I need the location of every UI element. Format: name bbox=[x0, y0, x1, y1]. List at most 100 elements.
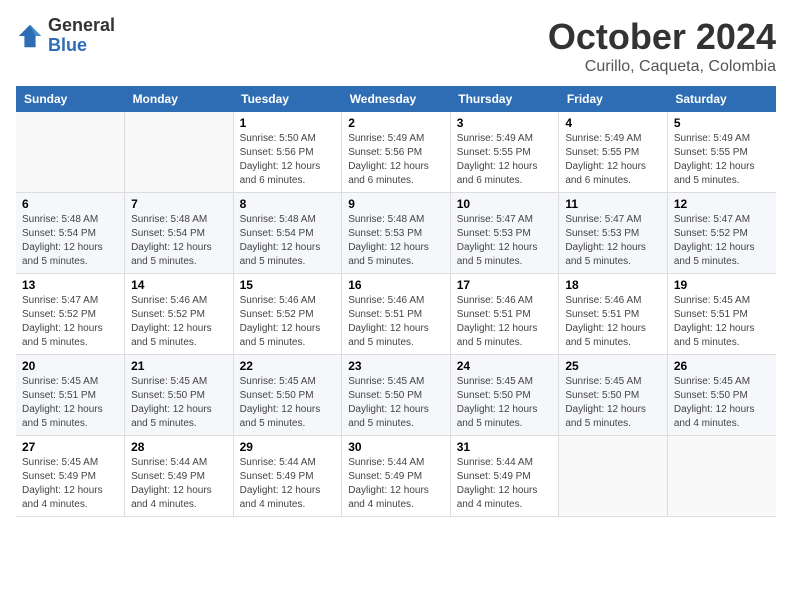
calendar-cell: 16 Sunrise: 5:46 AMSunset: 5:51 PMDayligh… bbox=[342, 274, 451, 355]
day-info: Sunrise: 5:45 AMSunset: 5:50 PMDaylight:… bbox=[131, 375, 227, 431]
header-row: Sunday Monday Tuesday Wednesday Thursday… bbox=[16, 86, 776, 112]
calendar-cell: 12 Sunrise: 5:47 AMSunset: 5:52 PMDayligh… bbox=[667, 193, 776, 274]
col-saturday: Saturday bbox=[667, 86, 776, 112]
day-number: 2 bbox=[348, 116, 444, 130]
calendar-cell: 13 Sunrise: 5:47 AMSunset: 5:52 PMDayligh… bbox=[16, 274, 125, 355]
day-number: 9 bbox=[348, 197, 444, 211]
day-number: 1 bbox=[240, 116, 336, 130]
day-info: Sunrise: 5:45 AMSunset: 5:50 PMDaylight:… bbox=[674, 375, 770, 431]
day-number: 4 bbox=[565, 116, 661, 130]
day-number: 30 bbox=[348, 440, 444, 454]
month-title: October 2024 bbox=[548, 16, 776, 58]
day-info: Sunrise: 5:45 AMSunset: 5:50 PMDaylight:… bbox=[565, 375, 661, 431]
day-info: Sunrise: 5:46 AMSunset: 5:52 PMDaylight:… bbox=[131, 294, 227, 350]
col-sunday: Sunday bbox=[16, 86, 125, 112]
col-friday: Friday bbox=[559, 86, 668, 112]
day-info: Sunrise: 5:47 AMSunset: 5:53 PMDaylight:… bbox=[457, 213, 553, 269]
calendar-cell: 15Sunrise: 5:46 AMSunset: 5:52 PMDayligh… bbox=[233, 274, 342, 355]
col-thursday: Thursday bbox=[450, 86, 559, 112]
calendar-cell: 22 Sunrise: 5:45 AMSunset: 5:50 PMDayligh… bbox=[233, 355, 342, 436]
day-number: 7 bbox=[131, 197, 227, 211]
day-number: 13 bbox=[22, 278, 118, 292]
day-info: Sunrise: 5:46 AMSunset: 5:52 PMDaylight:… bbox=[240, 294, 336, 350]
day-info: Sunrise: 5:49 AMSunset: 5:55 PMDaylight:… bbox=[457, 132, 553, 188]
calendar-cell: 14 Sunrise: 5:46 AMSunset: 5:52 PMDayligh… bbox=[125, 274, 234, 355]
calendar-cell bbox=[16, 112, 125, 193]
calendar-cell: 21 Sunrise: 5:45 AMSunset: 5:50 PMDayligh… bbox=[125, 355, 234, 436]
calendar-body: 1 Sunrise: 5:50 AMSunset: 5:56 PMDaylight… bbox=[16, 112, 776, 517]
calendar-cell: 19 Sunrise: 5:45 AMSunset: 5:51 PMDayligh… bbox=[667, 274, 776, 355]
calendar-cell: 28 Sunrise: 5:44 AMSunset: 5:49 PMDayligh… bbox=[125, 436, 234, 517]
day-info: Sunrise: 5:44 AMSunset: 5:49 PMDaylight:… bbox=[240, 456, 336, 512]
day-number: 12 bbox=[674, 197, 770, 211]
calendar-cell: 9Sunrise: 5:48 AMSunset: 5:53 PMDaylight… bbox=[342, 193, 451, 274]
calendar-cell: 26 Sunrise: 5:45 AMSunset: 5:50 PMDayligh… bbox=[667, 355, 776, 436]
calendar-cell: 25 Sunrise: 5:45 AMSunset: 5:50 PMDayligh… bbox=[559, 355, 668, 436]
calendar-cell: 24Sunrise: 5:45 AMSunset: 5:50 PMDayligh… bbox=[450, 355, 559, 436]
day-info: Sunrise: 5:46 AMSunset: 5:51 PMDaylight:… bbox=[348, 294, 444, 350]
day-info: Sunrise: 5:50 AMSunset: 5:56 PMDaylight:… bbox=[240, 132, 336, 188]
day-number: 28 bbox=[131, 440, 227, 454]
calendar-cell: 1 Sunrise: 5:50 AMSunset: 5:56 PMDaylight… bbox=[233, 112, 342, 193]
day-number: 19 bbox=[674, 278, 770, 292]
day-info: Sunrise: 5:45 AMSunset: 5:51 PMDaylight:… bbox=[22, 375, 118, 431]
day-info: Sunrise: 5:45 AMSunset: 5:50 PMDaylight:… bbox=[348, 375, 444, 431]
title-area: October 2024 Curillo, Caqueta, Colombia bbox=[548, 16, 776, 76]
day-number: 27 bbox=[22, 440, 118, 454]
calendar-week-1: 1 Sunrise: 5:50 AMSunset: 5:56 PMDaylight… bbox=[16, 112, 776, 193]
day-number: 6 bbox=[22, 197, 118, 211]
day-number: 11 bbox=[565, 197, 661, 211]
calendar-cell: 2Sunrise: 5:49 AMSunset: 5:56 PMDaylight… bbox=[342, 112, 451, 193]
day-number: 14 bbox=[131, 278, 227, 292]
day-info: Sunrise: 5:45 AMSunset: 5:51 PMDaylight:… bbox=[674, 294, 770, 350]
logo-blue-text: Blue bbox=[48, 36, 115, 56]
calendar-cell: 5 Sunrise: 5:49 AMSunset: 5:55 PMDaylight… bbox=[667, 112, 776, 193]
day-info: Sunrise: 5:45 AMSunset: 5:49 PMDaylight:… bbox=[22, 456, 118, 512]
day-info: Sunrise: 5:45 AMSunset: 5:50 PMDaylight:… bbox=[240, 375, 336, 431]
col-tuesday: Tuesday bbox=[233, 86, 342, 112]
day-number: 5 bbox=[674, 116, 770, 130]
day-number: 16 bbox=[348, 278, 444, 292]
calendar-table: Sunday Monday Tuesday Wednesday Thursday… bbox=[16, 86, 776, 517]
calendar-cell: 20 Sunrise: 5:45 AMSunset: 5:51 PMDayligh… bbox=[16, 355, 125, 436]
calendar-cell: 10 Sunrise: 5:47 AMSunset: 5:53 PMDayligh… bbox=[450, 193, 559, 274]
logo-text: General Blue bbox=[48, 16, 115, 56]
calendar-cell bbox=[125, 112, 234, 193]
day-number: 8 bbox=[240, 197, 336, 211]
day-info: Sunrise: 5:49 AMSunset: 5:55 PMDaylight:… bbox=[674, 132, 770, 188]
calendar-cell: 23 Sunrise: 5:45 AMSunset: 5:50 PMDayligh… bbox=[342, 355, 451, 436]
day-number: 22 bbox=[240, 359, 336, 373]
calendar-header: Sunday Monday Tuesday Wednesday Thursday… bbox=[16, 86, 776, 112]
day-number: 21 bbox=[131, 359, 227, 373]
day-info: Sunrise: 5:48 AMSunset: 5:54 PMDaylight:… bbox=[22, 213, 118, 269]
day-number: 26 bbox=[674, 359, 770, 373]
calendar-cell: 31Sunrise: 5:44 AMSunset: 5:49 PMDayligh… bbox=[450, 436, 559, 517]
day-number: 10 bbox=[457, 197, 553, 211]
calendar-cell bbox=[559, 436, 668, 517]
calendar-cell: 4 Sunrise: 5:49 AMSunset: 5:55 PMDaylight… bbox=[559, 112, 668, 193]
logo-general-text: General bbox=[48, 16, 115, 36]
day-number: 20 bbox=[22, 359, 118, 373]
calendar-week-5: 27 Sunrise: 5:45 AMSunset: 5:49 PMDayligh… bbox=[16, 436, 776, 517]
calendar-cell: 7 Sunrise: 5:48 AMSunset: 5:54 PMDaylight… bbox=[125, 193, 234, 274]
day-info: Sunrise: 5:44 AMSunset: 5:49 PMDaylight:… bbox=[131, 456, 227, 512]
calendar-cell: 18Sunrise: 5:46 AMSunset: 5:51 PMDayligh… bbox=[559, 274, 668, 355]
location-title: Curillo, Caqueta, Colombia bbox=[548, 58, 776, 76]
calendar-week-2: 6 Sunrise: 5:48 AMSunset: 5:54 PMDaylight… bbox=[16, 193, 776, 274]
day-info: Sunrise: 5:46 AMSunset: 5:51 PMDaylight:… bbox=[457, 294, 553, 350]
logo: General Blue bbox=[16, 16, 115, 56]
calendar-cell: 11Sunrise: 5:47 AMSunset: 5:53 PMDayligh… bbox=[559, 193, 668, 274]
calendar-cell: 3Sunrise: 5:49 AMSunset: 5:55 PMDaylight… bbox=[450, 112, 559, 193]
day-info: Sunrise: 5:48 AMSunset: 5:54 PMDaylight:… bbox=[131, 213, 227, 269]
col-monday: Monday bbox=[125, 86, 234, 112]
day-info: Sunrise: 5:47 AMSunset: 5:52 PMDaylight:… bbox=[22, 294, 118, 350]
day-info: Sunrise: 5:44 AMSunset: 5:49 PMDaylight:… bbox=[457, 456, 553, 512]
day-info: Sunrise: 5:49 AMSunset: 5:55 PMDaylight:… bbox=[565, 132, 661, 188]
day-info: Sunrise: 5:47 AMSunset: 5:52 PMDaylight:… bbox=[674, 213, 770, 269]
day-number: 25 bbox=[565, 359, 661, 373]
calendar-cell: 8Sunrise: 5:48 AMSunset: 5:54 PMDaylight… bbox=[233, 193, 342, 274]
day-number: 17 bbox=[457, 278, 553, 292]
day-number: 18 bbox=[565, 278, 661, 292]
day-info: Sunrise: 5:44 AMSunset: 5:49 PMDaylight:… bbox=[348, 456, 444, 512]
day-number: 23 bbox=[348, 359, 444, 373]
